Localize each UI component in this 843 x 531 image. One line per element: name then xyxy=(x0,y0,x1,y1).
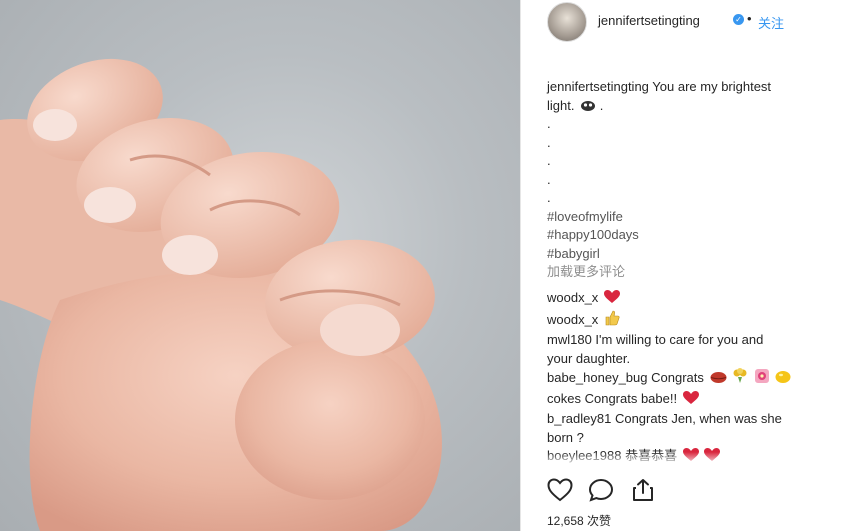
eyes-emoji-icon xyxy=(580,99,596,118)
caption-dot: . xyxy=(547,116,551,131)
thumbs-up-icon xyxy=(604,310,620,332)
verified-badge-icon: ✓ xyxy=(733,14,744,25)
caption-dot: . xyxy=(547,171,551,187)
hashtag-link[interactable]: #loveofmylife xyxy=(547,208,823,227)
caption-username[interactable]: jennifertsetingting xyxy=(547,79,649,94)
comment-text-cont: your daughter. xyxy=(547,350,631,366)
comment-username[interactable]: cokes xyxy=(547,391,581,406)
comment-item: woodx_x xyxy=(547,310,823,332)
flower-icon xyxy=(754,368,770,390)
comment-username[interactable]: mwl180 xyxy=(547,332,592,347)
likes-count[interactable]: 12,658 次赞 xyxy=(547,512,611,529)
caption-dot: . xyxy=(547,134,551,150)
comment-text-cont: born ? xyxy=(547,429,584,445)
comment-text: Congrats Jen, when was she xyxy=(614,411,782,426)
post-caption: jennifertsetingting You are my brightest… xyxy=(547,78,823,282)
lips-icon xyxy=(710,371,727,390)
caption-text-line2-suffix: . xyxy=(599,97,604,113)
separator-dot: • xyxy=(747,11,752,26)
comment-item: woodx_x xyxy=(547,289,823,310)
baby-hand-photo xyxy=(0,58,442,531)
avatar[interactable] xyxy=(547,2,587,42)
post-side-panel: jennifertsetingting ✓ • 关注 jennifertseti… xyxy=(520,0,843,531)
heart-icon xyxy=(682,390,699,411)
post-photo[interactable] xyxy=(0,0,520,531)
action-bar xyxy=(547,478,667,502)
comment-text: Congrats xyxy=(651,370,704,385)
header-username[interactable]: jennifertsetingting xyxy=(598,13,700,28)
comment-text: Congrats babe!! xyxy=(584,390,678,406)
comment-username[interactable]: babe_honey_bug xyxy=(547,370,648,385)
comment-username[interactable]: woodx_x xyxy=(547,290,598,305)
post-header: jennifertsetingting ✓ • 关注 xyxy=(521,0,843,44)
comment-bubble-icon[interactable] xyxy=(588,478,614,507)
comment-item: mwl180 I'm willing to care for you and y… xyxy=(547,331,823,368)
like-heart-icon[interactable] xyxy=(547,478,573,507)
comment-item: b_radley81 Congrats Jen, when was she bo… xyxy=(547,410,823,447)
comment-item: babe_honey_bug Congrats xyxy=(547,368,823,390)
caption-dot: . xyxy=(547,153,551,168)
comment-username[interactable]: b_radley81 xyxy=(547,411,611,426)
comment-username[interactable]: woodx_x xyxy=(547,312,598,327)
hashtag-link[interactable]: #happy100days xyxy=(547,226,823,245)
follow-button[interactable]: 关注 xyxy=(758,13,784,32)
comments-fade-overlay xyxy=(521,452,843,466)
hashtag-link[interactable]: #babygirl xyxy=(547,245,823,264)
comment-list: woodx_x woodx_x mwl180 I'm willing to ca… xyxy=(547,289,823,468)
comment-text: I'm willing to care for you and xyxy=(595,332,764,347)
caption-text-line1: You are my brightest xyxy=(652,79,772,94)
bouquet-icon xyxy=(732,368,748,390)
caption-dot: . xyxy=(547,190,551,205)
caption-text-line2: light. xyxy=(547,97,575,113)
comment-item: cokes Congrats babe!! xyxy=(547,390,823,411)
lemon-icon xyxy=(775,370,791,390)
load-more-comments-link[interactable]: 加载更多评论 xyxy=(547,263,823,282)
share-icon[interactable] xyxy=(631,478,655,507)
heart-icon xyxy=(603,290,620,310)
